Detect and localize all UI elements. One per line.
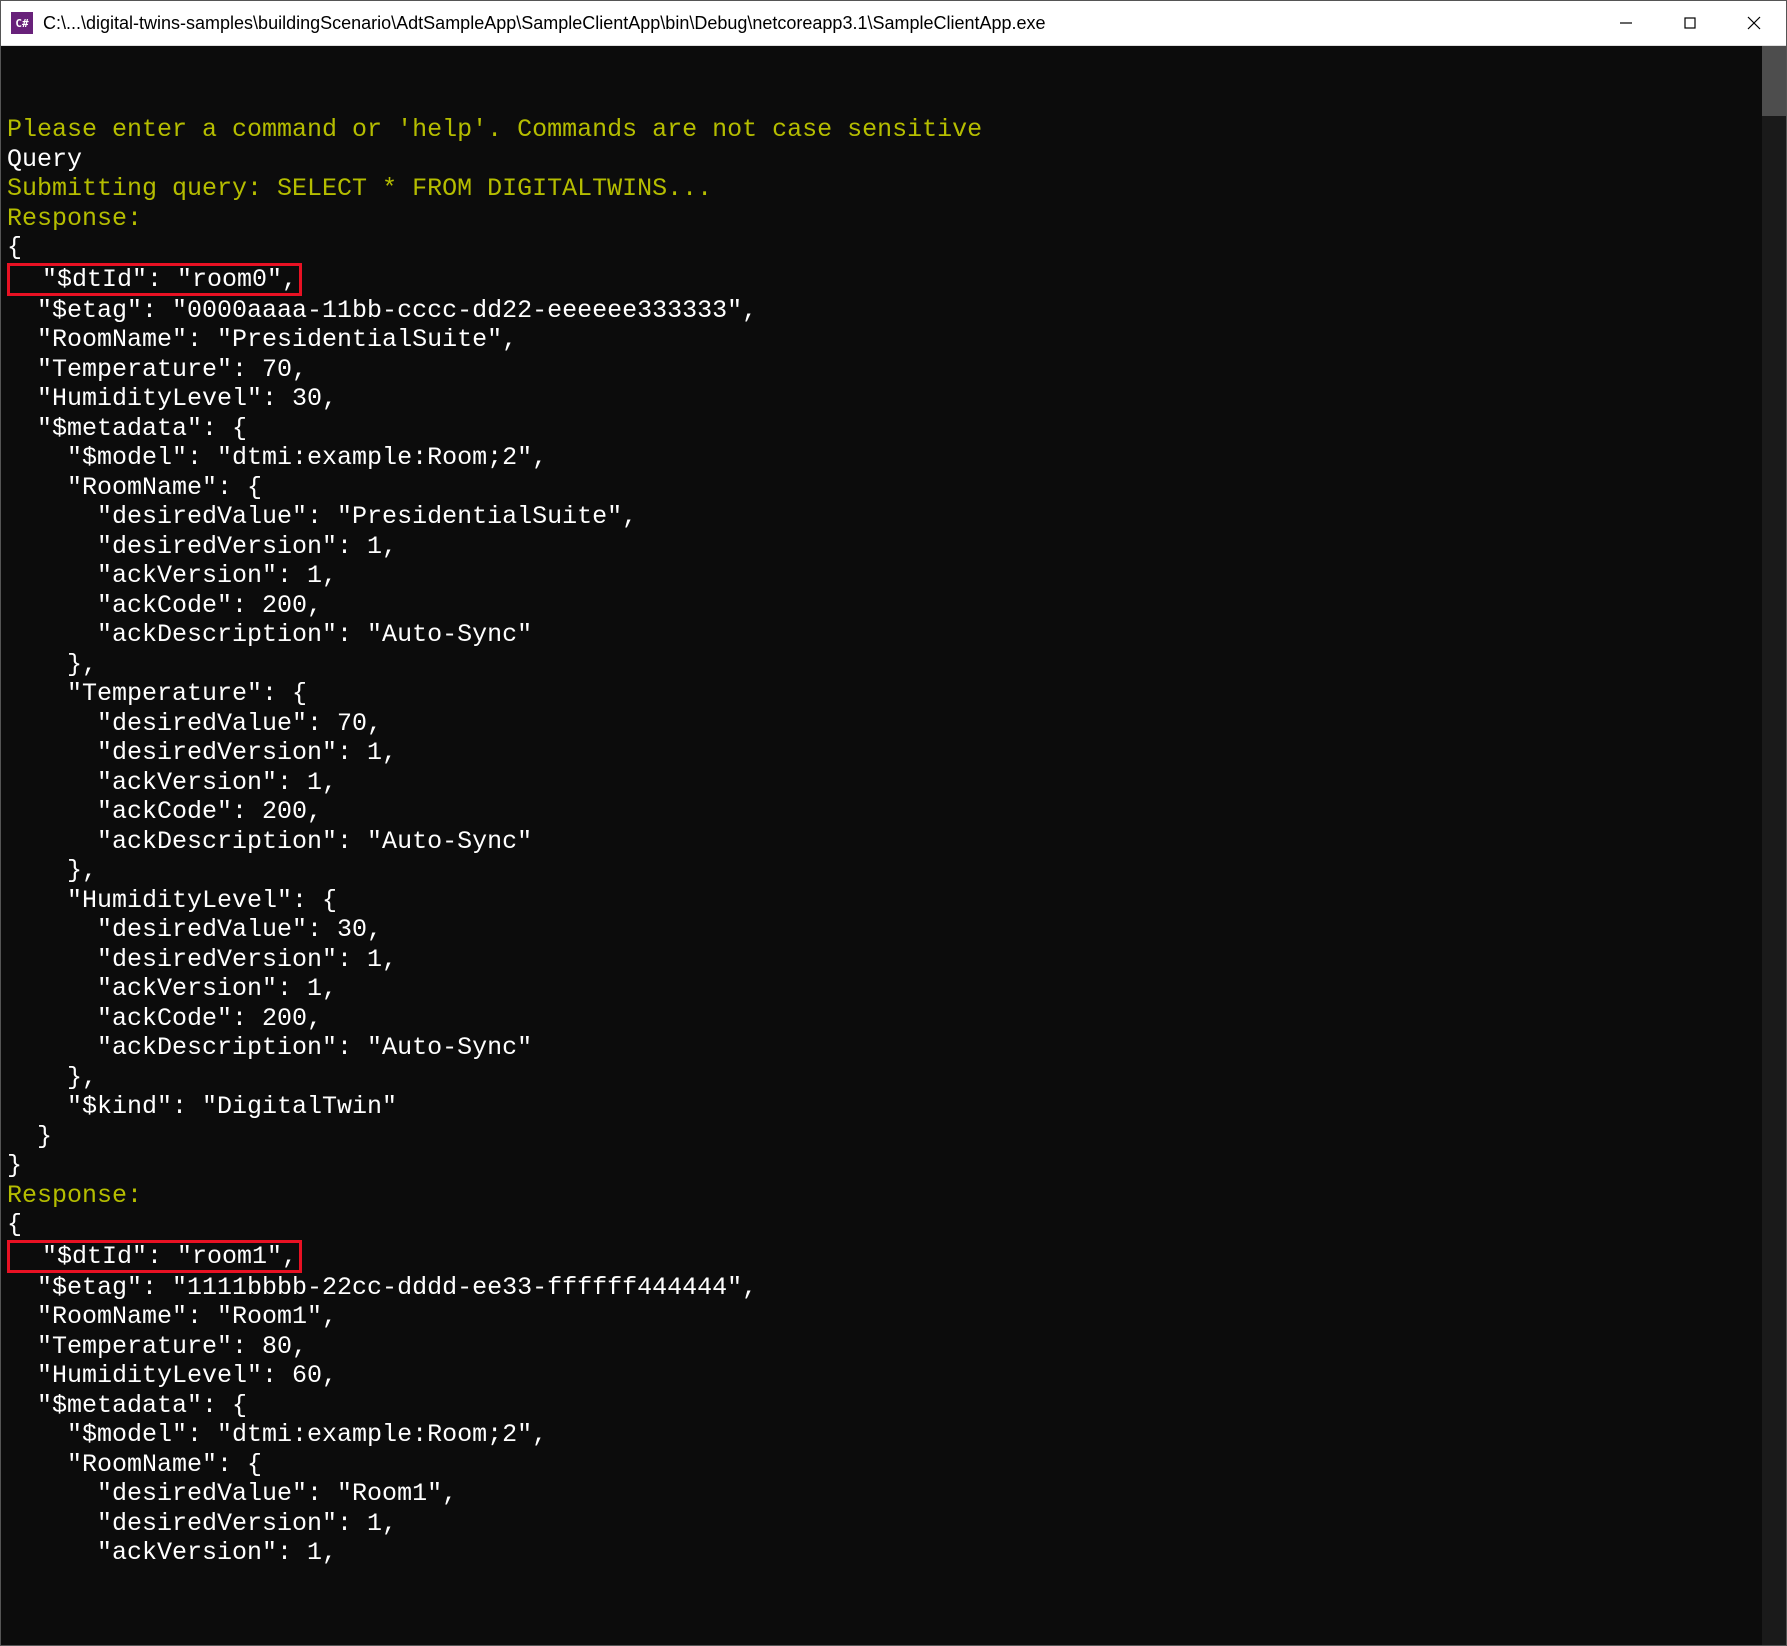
json-line: "desiredValue": "PresidentialSuite", <box>7 502 637 531</box>
json-line: "desiredValue": 30, <box>7 915 382 944</box>
json-line: "ackDescription": "Auto-Sync" <box>7 827 532 856</box>
json-line: "ackCode": 200, <box>7 797 322 826</box>
app-window: C# C:\...\digital-twins-samples\building… <box>0 0 1787 1646</box>
command-input-line: Query <box>7 145 82 174</box>
json-line: { <box>7 233 22 262</box>
json-line: "ackVersion": 1, <box>7 1538 337 1567</box>
json-line: "ackDescription": "Auto-Sync" <box>7 620 532 649</box>
json-line: "HumidityLevel": 30, <box>7 384 337 413</box>
json-line: { <box>7 1210 22 1239</box>
json-line: "RoomName": { <box>7 473 262 502</box>
json-line: "$model": "dtmi:example:Room;2", <box>7 1420 547 1449</box>
json-line: "ackCode": 200, <box>7 591 322 620</box>
json-line: "Temperature": 80, <box>7 1332 307 1361</box>
json-line: "ackVersion": 1, <box>7 768 337 797</box>
submitting-line: Submitting query: SELECT * FROM DIGITALT… <box>7 174 712 203</box>
maximize-button[interactable] <box>1658 1 1722 45</box>
scrollbar-track[interactable] <box>1762 46 1786 1645</box>
json-line: }, <box>7 1063 97 1092</box>
close-button[interactable] <box>1722 1 1786 45</box>
prompt-line: Please enter a command or 'help'. Comman… <box>7 115 982 144</box>
response-label-2: Response: <box>7 1181 142 1210</box>
json-line: "ackDescription": "Auto-Sync" <box>7 1033 532 1062</box>
dtid-room0-highlight: "$dtId": "room0", <box>7 263 302 296</box>
json-line: }, <box>7 650 97 679</box>
scrollbar-thumb[interactable] <box>1762 46 1786 116</box>
minimize-button[interactable] <box>1594 1 1658 45</box>
json-line: "desiredValue": "Room1", <box>7 1479 457 1508</box>
app-icon: C# <box>11 12 33 34</box>
dtid-room1-highlight: "$dtId": "room1", <box>7 1240 302 1273</box>
console-output[interactable]: Please enter a command or 'help'. Comman… <box>1 46 1786 1645</box>
json-line: "$etag": "1111bbbb-22cc-dddd-ee33-ffffff… <box>7 1273 757 1302</box>
json-line: "Temperature": 70, <box>7 355 307 384</box>
json-line: "HumidityLevel": { <box>7 886 337 915</box>
json-line: "ackCode": 200, <box>7 1004 322 1033</box>
json-line: "$etag": "0000aaaa-11bb-cccc-dd22-eeeeee… <box>7 296 757 325</box>
json-line: "ackVersion": 1, <box>7 974 337 1003</box>
titlebar-path: C:\...\digital-twins-samples\buildingSce… <box>43 13 1594 34</box>
json-line: }, <box>7 856 97 885</box>
json-line: "desiredVersion": 1, <box>7 532 397 561</box>
json-line: "desiredVersion": 1, <box>7 1509 397 1538</box>
json-line: "desiredVersion": 1, <box>7 945 397 974</box>
json-line: "RoomName": "Room1", <box>7 1302 337 1331</box>
json-line: "Temperature": { <box>7 679 307 708</box>
json-line: "RoomName": { <box>7 1450 262 1479</box>
json-line: "HumidityLevel": 60, <box>7 1361 337 1390</box>
json-line: "$metadata": { <box>7 414 247 443</box>
json-line: "desiredValue": 70, <box>7 709 382 738</box>
json-line: "$model": "dtmi:example:Room;2", <box>7 443 547 472</box>
response-label-1: Response: <box>7 204 142 233</box>
titlebar[interactable]: C# C:\...\digital-twins-samples\building… <box>1 1 1786 46</box>
json-line: "desiredVersion": 1, <box>7 738 397 767</box>
json-line: "RoomName": "PresidentialSuite", <box>7 325 517 354</box>
json-line: "ackVersion": 1, <box>7 561 337 590</box>
json-line: } <box>7 1122 52 1151</box>
json-line: } <box>7 1151 22 1180</box>
json-line: "$metadata": { <box>7 1391 247 1420</box>
json-line: "$kind": "DigitalTwin" <box>7 1092 397 1121</box>
window-controls <box>1594 1 1786 45</box>
